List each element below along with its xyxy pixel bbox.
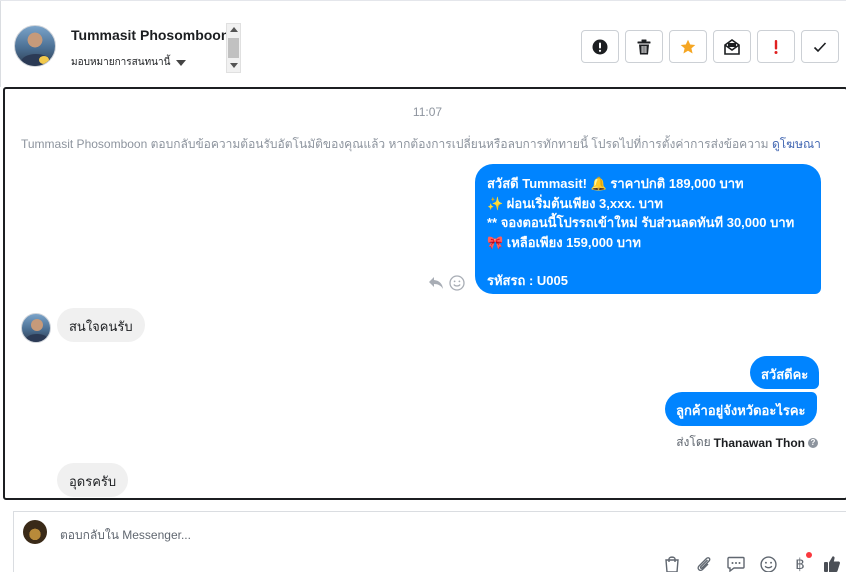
conversation-header: Tummasit Phosomboon มอบหมายการสนทนานี้	[0, 0, 846, 87]
payment-button[interactable]: ฿	[790, 552, 812, 572]
flag-important-button[interactable]	[757, 30, 795, 63]
report-spam-button[interactable]	[581, 30, 619, 63]
reply-composer[interactable]: ตอบกลับใน Messenger... ฿	[13, 511, 846, 572]
assign-label: มอบหมายการสนทนานี้	[71, 57, 171, 68]
thumbs-up-icon	[824, 556, 840, 572]
message-line: 🎀 เหลือเพียง 159,000 บาท	[487, 234, 641, 250]
help-icon[interactable]: ?	[808, 437, 818, 448]
message-thread[interactable]: 11:07 Tummasit Phosomboon ตอบกลับข้อความ…	[3, 87, 846, 500]
sent-by-name: Thanawan Thon	[713, 435, 805, 450]
header-scrollbar[interactable]	[226, 23, 241, 73]
conversation-toolbar	[581, 30, 839, 63]
emoji-button[interactable]	[758, 555, 778, 572]
contact-name[interactable]: Tummasit Phosomboon	[71, 27, 229, 43]
assign-conversation-dropdown[interactable]: มอบหมายการสนทนานี้	[71, 55, 187, 70]
reply-input[interactable]: ตอบกลับใน Messenger...	[60, 526, 191, 545]
paperclip-icon	[697, 557, 711, 572]
sent-by-label: ส่งโดย Thanawan Thon ?	[676, 433, 818, 452]
mark-unread-button[interactable]	[713, 30, 751, 63]
exclamation-icon	[774, 39, 778, 54]
baht-payment-icon: ฿	[795, 555, 805, 572]
avatar-detail	[26, 334, 48, 342]
auto-reply-notice: Tummasit Phosomboon ตอบกลับข้อความต้อนรั…	[21, 135, 821, 154]
message-text: สนใจคนรับ	[69, 319, 133, 334]
composer-toolbar: ฿	[662, 552, 842, 572]
sent-by-prefix: ส่งโดย	[676, 435, 711, 449]
caret-down-icon	[176, 59, 187, 66]
contact-avatar[interactable]	[14, 25, 56, 67]
saved-reply-button[interactable]	[726, 555, 746, 572]
sender-avatar[interactable]	[21, 313, 51, 343]
reply-icon[interactable]	[428, 276, 444, 290]
message-line: รหัสรถ : U005	[487, 273, 568, 288]
shopping-bag-button[interactable]	[662, 555, 682, 572]
emoji-react-icon[interactable]	[449, 275, 465, 291]
star-icon	[680, 39, 696, 53]
checkmark-icon	[813, 41, 827, 52]
emoji-icon	[759, 555, 777, 572]
scroll-down-icon[interactable]	[230, 63, 238, 68]
star-button[interactable]	[669, 30, 707, 63]
alert-circle-icon	[592, 39, 608, 54]
message-timestamp: 11:07	[412, 105, 443, 119]
incoming-message-bubble[interactable]: อุดรครับ	[57, 463, 129, 497]
message-line: สวัสดี Tummasit! 🔔 ราคาปกติ 189,000 บาท	[487, 176, 744, 191]
shopping-bag-icon	[665, 556, 679, 572]
like-button[interactable]	[822, 555, 842, 572]
message-text: สวัสดีคะ	[761, 367, 809, 382]
view-ad-link[interactable]: ดูโฆษณา	[772, 137, 821, 151]
message-text: ลูกค้าอยู่จังหวัดอะไรคะ	[676, 403, 806, 418]
mark-unread-icon	[724, 38, 740, 55]
notification-dot	[806, 552, 812, 558]
message-line: ✨ ผ่อนเริ่มต้นเพียง 3,xxx. บาท	[487, 195, 663, 211]
trash-icon	[637, 39, 651, 54]
page-avatar	[23, 520, 47, 544]
outgoing-message-bubble[interactable]: สวัสดีคะ	[750, 356, 820, 389]
outgoing-message-bubble[interactable]: ลูกค้าอยู่จังหวัดอะไรคะ	[665, 392, 817, 426]
scroll-up-icon[interactable]	[230, 27, 238, 32]
auto-reply-notice-text: Tummasit Phosomboon ตอบกลับข้อความต้อนรั…	[21, 137, 769, 151]
delete-button[interactable]	[625, 30, 663, 63]
inbox-page: Tummasit Phosomboon มอบหมายการสนทนานี้ 1…	[0, 0, 846, 572]
mark-done-button[interactable]	[801, 30, 839, 63]
message-text: อุดรครับ	[69, 474, 117, 489]
chat-template-icon	[727, 556, 745, 572]
scroll-thumb[interactable]	[228, 38, 239, 58]
incoming-message-bubble[interactable]: สนใจคนรับ	[57, 308, 145, 342]
avatar-detail	[31, 319, 43, 331]
attach-button[interactable]	[694, 555, 714, 572]
message-line: ** จองตอนนี้โปรรถเข้าใหม่ รับส่วนลดทันที…	[487, 215, 795, 230]
divider	[0, 1, 1, 87]
outgoing-message-bubble[interactable]: สวัสดี Tummasit! 🔔 ราคาปกติ 189,000 บาท …	[475, 164, 821, 294]
avatar-detail	[39, 56, 49, 64]
